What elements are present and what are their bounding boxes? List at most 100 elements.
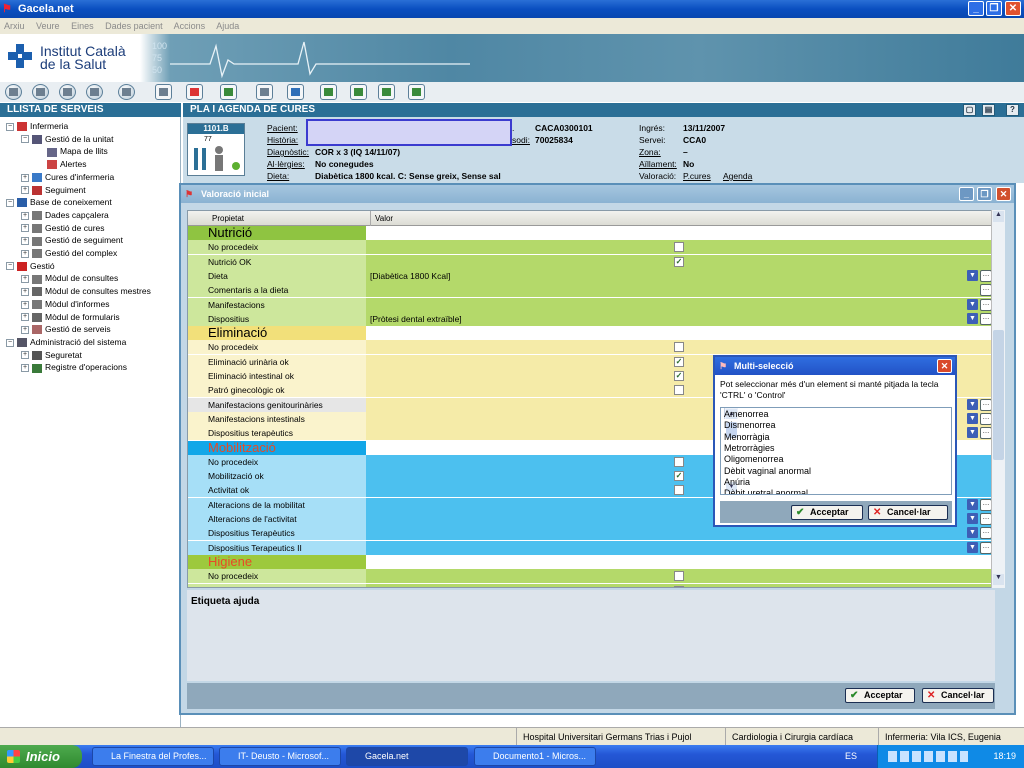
tree-item-administraci-del-sistema[interactable]: − Administració del sistema — [6, 336, 126, 349]
menu-veure[interactable]: Veure — [36, 21, 60, 31]
menu-accions[interactable]: Accions — [174, 21, 206, 31]
tree-expander-icon[interactable]: − — [6, 338, 14, 347]
task-deusto[interactable]: IT- Deusto - Microsof... — [219, 747, 341, 766]
scroll-thumb[interactable] — [993, 330, 1004, 460]
table-row[interactable]: Dutxa ok ✓ — [188, 583, 994, 587]
stats-button[interactable] — [287, 84, 304, 100]
dropdown-arrow-icon[interactable]: ▼ — [967, 513, 978, 524]
tree-item-gesti-[interactable]: − Gestió — [6, 260, 55, 273]
tree-expander-icon[interactable]: + — [21, 364, 29, 373]
tree-expander-icon[interactable]: − — [21, 135, 29, 144]
tree-expander-icon[interactable]: + — [21, 186, 29, 195]
tree-item-gesti-de-cures[interactable]: + Gestió de cures — [21, 222, 105, 235]
menu-arxiu[interactable]: Arxiu — [4, 21, 25, 31]
scroll-down-arrow[interactable]: ▼ — [993, 574, 1004, 585]
tree-expander-icon[interactable]: + — [21, 300, 29, 309]
checkbox[interactable]: ✓ — [674, 371, 684, 381]
table-row[interactable]: Dieta [Diabètica 1800 Kcal] ▼… — [188, 268, 994, 283]
tree-expander-icon[interactable]: − — [6, 262, 14, 271]
tree-item-gesti-de-la-unitat[interactable]: − Gestió de la unitat — [21, 133, 114, 146]
dropdown-arrow-icon[interactable]: ▼ — [967, 412, 978, 424]
tree-expander-icon[interactable]: + — [21, 237, 29, 246]
menu-ajuda[interactable]: Ajuda — [216, 21, 239, 31]
bed-card[interactable]: 1101.B 77 — [187, 123, 245, 176]
dropdown-arrow-icon[interactable]: ▼ — [967, 498, 978, 510]
checkbox[interactable]: ✓ — [674, 471, 684, 482]
dropdown-arrow-icon[interactable]: ▼ — [967, 298, 978, 310]
dropdown-arrow-icon[interactable]: ▼ — [967, 541, 978, 553]
table-row[interactable]: Manifestacions ▼… — [188, 297, 994, 312]
list-button[interactable] — [86, 84, 103, 100]
tree-item-gesti-de-serveis[interactable]: + Gestió de serveis — [21, 323, 111, 336]
tree-expander-icon[interactable]: + — [21, 325, 29, 334]
diagnostic-label[interactable]: Diagnòstic: — [267, 147, 309, 157]
tree-item-m-dul-de-consultes[interactable]: + Mòdul de consultes — [21, 272, 118, 285]
tree-item-cures-d-infermeria[interactable]: + Cures d'infermeria — [21, 171, 114, 184]
dialog-maximize-button[interactable]: ❐ — [977, 187, 992, 201]
tree-item-m-dul-de-formularis[interactable]: + Mòdul de formularis — [21, 311, 120, 324]
checklist-button[interactable] — [220, 84, 237, 100]
list-item[interactable]: Menorràgia — [724, 432, 770, 443]
nav-next-button[interactable] — [350, 84, 367, 100]
alergies-label[interactable]: Al·lèrgies: — [267, 159, 305, 169]
tree-item-registre-d-operacions[interactable]: + Registre d'operacions — [21, 361, 127, 374]
table-row[interactable]: No procedeix — [188, 240, 994, 255]
tree-item-base-de-coneixement[interactable]: − Base de coneixement — [6, 196, 112, 209]
list-item[interactable]: Dèbit uretral anormal — [724, 488, 808, 494]
minimize-button[interactable]: _ — [968, 1, 984, 16]
table-row[interactable]: No procedeix — [188, 340, 994, 355]
task-finestra[interactable]: La Finestra del Profes... — [92, 747, 214, 766]
scroll-up-arrow[interactable]: ▲ — [993, 211, 1004, 222]
grid-scrollbar[interactable]: ▲ ▼ — [991, 210, 1005, 588]
table-row[interactable]: Comentaris a la dieta… — [188, 283, 994, 298]
table-row[interactable]: Dispositius [Pròtesi dental extraïble] ▼… — [188, 311, 994, 326]
list-item[interactable]: Anúria — [724, 477, 750, 488]
printer-icon[interactable]: ▤ — [982, 104, 995, 116]
list-item[interactable]: Oligomenorrea — [724, 454, 784, 465]
tree-item-alertes[interactable]: Alertes — [36, 158, 86, 171]
tree-expander-icon[interactable]: + — [21, 313, 29, 322]
checkbox[interactable] — [674, 242, 684, 253]
multi-select-close-button[interactable]: ✕ — [937, 359, 952, 373]
agenda-link[interactable]: Agenda — [723, 171, 752, 181]
list-item[interactable]: Dèbit vaginal anormal — [724, 466, 811, 477]
start-button[interactable]: Inicio — [0, 745, 82, 768]
tree-expander-icon[interactable]: + — [21, 275, 29, 284]
menu-eines[interactable]: Eines — [71, 21, 94, 31]
tree-expander-icon[interactable]: + — [21, 351, 29, 360]
list-item[interactable]: Metrorràgies — [724, 443, 775, 454]
tree-item-dades-cap-alera[interactable]: + Dades capçalera — [21, 209, 109, 222]
multi-select-accept-button[interactable]: ✔ Acceptar — [791, 505, 863, 520]
checkbox[interactable] — [674, 456, 684, 467]
checkbox[interactable]: ✓ — [674, 356, 684, 367]
patients-button[interactable] — [32, 84, 49, 100]
tray-icons[interactable] — [888, 751, 968, 762]
table-row[interactable]: Nutrició OK ✓ — [188, 254, 994, 269]
dropdown-arrow-icon[interactable]: ▼ — [967, 312, 978, 324]
tree-item-gesti-del-complex[interactable]: + Gestió del complex — [21, 247, 117, 260]
multi-select-list[interactable]: ▲ ▼ Amenorrea Dismenorrea Menorràgia Metror… — [720, 407, 952, 495]
accept-button[interactable]: ✔ Acceptar — [845, 688, 915, 703]
task-documento1[interactable]: Documento1 - Micros... — [474, 747, 596, 766]
tree-item-infermeria[interactable]: − Infermeria — [6, 120, 68, 133]
checkbox[interactable] — [674, 385, 684, 396]
dialog-close-button[interactable]: ✕ — [996, 187, 1011, 201]
nav-last-button[interactable] — [408, 84, 425, 100]
tree-expander-icon[interactable]: − — [6, 122, 14, 131]
window-button[interactable] — [118, 84, 135, 100]
dropdown-arrow-icon[interactable]: ▼ — [967, 427, 978, 439]
tree-item-mapa-de-llits[interactable]: Mapa de llits — [36, 145, 108, 158]
dropdown-arrow-icon[interactable]: ▼ — [967, 269, 978, 281]
tree-expander-icon[interactable]: + — [21, 224, 29, 233]
tree-item-seguretat[interactable]: + Seguretat — [21, 349, 82, 362]
tree-expander-icon[interactable]: + — [21, 211, 29, 220]
tree-item-m-dul-de-consultes-mestres[interactable]: + Mòdul de consultes mestres — [21, 285, 151, 298]
alert-button[interactable] — [186, 84, 203, 100]
cancel-button[interactable]: ✕ Cancel·lar — [922, 688, 994, 703]
lock-icon[interactable]: ▢ — [963, 104, 976, 116]
zona-label[interactable]: Zona: — [639, 147, 661, 157]
table-row[interactable]: Dispositius Terapeutics II ▼… — [188, 540, 994, 555]
aillament-label[interactable]: Aïllament: — [639, 159, 677, 169]
checkbox[interactable] — [674, 485, 684, 496]
print-button[interactable] — [155, 84, 172, 100]
